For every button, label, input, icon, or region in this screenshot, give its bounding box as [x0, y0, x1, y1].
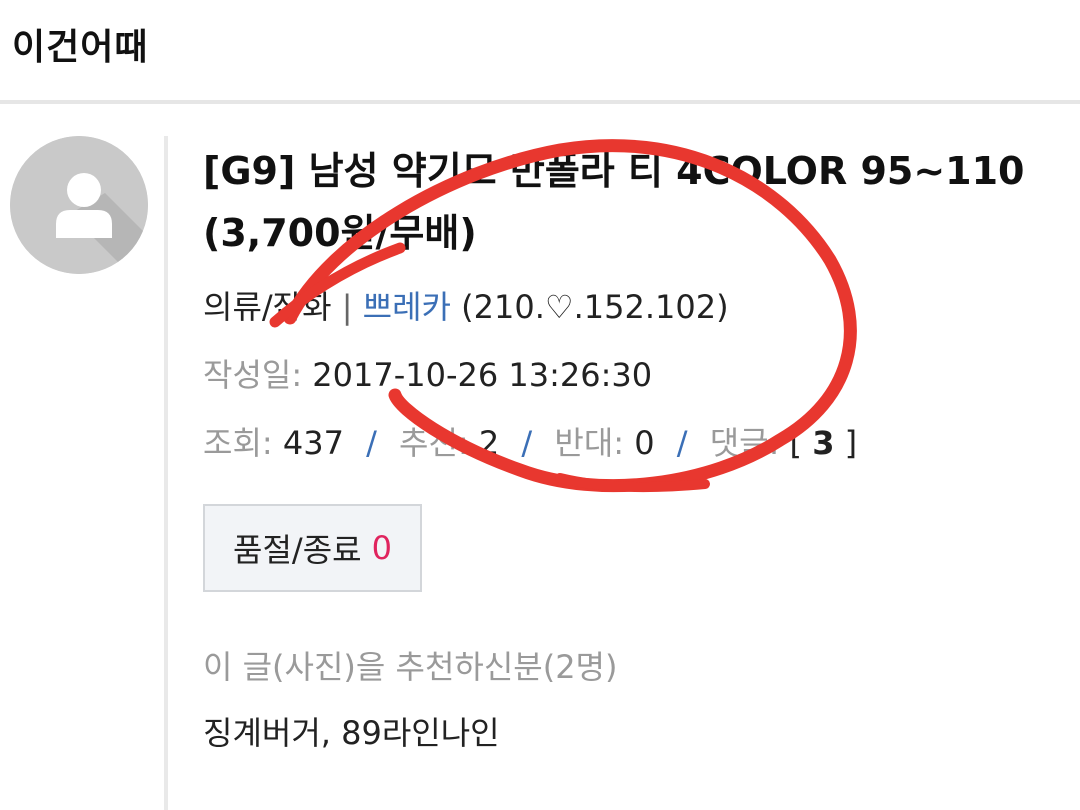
meta-separator: | [341, 288, 353, 326]
comments-label: 댓글: [709, 424, 780, 462]
oppose-label: 반대: [554, 424, 625, 462]
post-title[interactable]: [G9] 남성 약기모 반폴라 티 4COLOR 95~110 (3,700원/… [203, 140, 1053, 264]
stats-separator: / [366, 424, 377, 462]
stats-separator: / [676, 424, 688, 462]
stats-separator: / [521, 424, 533, 462]
comments-count: 3 [812, 424, 835, 462]
date-value: 2017-10-26 13:26:30 [312, 356, 653, 394]
default-user-icon [10, 136, 148, 274]
recommend-count: 2 [478, 424, 500, 462]
recommend-label: 추천: [399, 424, 469, 462]
author-link[interactable]: 쁘레카 [363, 288, 451, 326]
views-count: 437 [282, 424, 344, 462]
recommenders-label: 이 글(사진)을 추천하신분(2명) [203, 648, 618, 686]
ip-address: (210.♡.152.102) [461, 288, 729, 326]
content-border [164, 136, 168, 810]
soldout-button[interactable]: 품절/종료 0 [203, 504, 422, 592]
red-circle-annotation [269, 139, 857, 493]
category-label[interactable]: 의류/잡화 [203, 288, 332, 326]
date-row: 작성일: 2017-10-26 13:26:30 [203, 350, 652, 396]
date-label: 작성일: [203, 356, 303, 394]
page-title: 이건어때 [12, 27, 149, 68]
oppose-count: 0 [634, 424, 655, 462]
recommenders-list[interactable]: 징계버거, 89라인나인 [203, 708, 500, 754]
comments-count-wrapper[interactable]: [ 3 ] [790, 424, 858, 462]
avatar[interactable] [10, 136, 148, 274]
soldout-label: 품절/종료 [233, 531, 362, 569]
header-divider [0, 100, 1080, 104]
stats-row: 조회: 437 / 추천: 2 / 반대: 0 / 댓글: [ 3 ] [203, 418, 857, 464]
post-meta: 의류/잡화 | 쁘레카 (210.♡.152.102) [203, 282, 729, 328]
views-label: 조회: [203, 424, 273, 462]
soldout-count: 0 [371, 529, 392, 567]
